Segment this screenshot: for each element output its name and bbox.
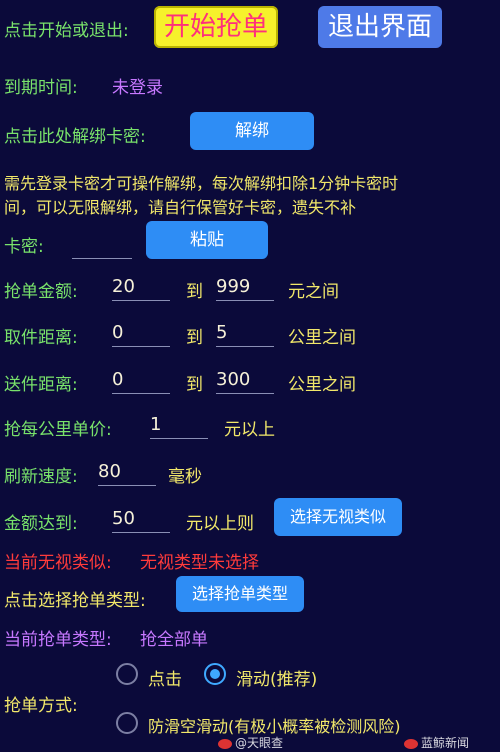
pickup-distance-label: 取件距离: — [4, 328, 78, 348]
amount-min-input[interactable]: 20 — [112, 274, 170, 301]
paste-button[interactable]: 粘贴 — [146, 221, 268, 259]
per-km-price-label: 抢每公里单价: — [4, 420, 112, 440]
pickup-min-input[interactable]: 0 — [112, 320, 170, 347]
weibo-logo-icon — [404, 738, 418, 749]
unbind-notice-line-2: 间，可以无限解绑，请自行保管好卡密，遗失不补 — [4, 198, 357, 217]
grab-type-status-value: 抢全部单 — [140, 630, 208, 650]
watermark-left: @天眼查 — [218, 734, 283, 751]
pickup-max-input[interactable]: 5 — [216, 320, 274, 347]
amount-label: 抢单金额: — [4, 282, 78, 302]
amount-unit: 元之间 — [288, 282, 339, 302]
delivery-min-input[interactable]: 0 — [112, 367, 170, 394]
start-exit-label: 点击开始或退出: — [4, 21, 129, 41]
select-grab-type-button[interactable]: 选择抢单类型 — [176, 576, 304, 612]
delivery-distance-label: 送件距离: — [4, 375, 78, 395]
amount-threshold-input[interactable]: 50 — [112, 506, 170, 533]
delivery-to-label: 到 — [186, 375, 203, 395]
pickup-unit: 公里之间 — [288, 328, 356, 348]
exit-button[interactable]: 退出界面 — [318, 6, 442, 48]
weibo-logo-icon — [218, 738, 232, 749]
ignore-status-value: 无视类型未选择 — [140, 553, 259, 573]
delivery-max-input[interactable]: 300 — [216, 367, 274, 394]
unbind-label: 点击此处解绑卡密: — [4, 127, 146, 147]
card-key-label: 卡密: — [4, 237, 44, 257]
amount-to-label: 到 — [186, 282, 203, 302]
amount-threshold-unit: 元以上则 — [186, 514, 254, 534]
start-grab-button[interactable]: 开始抢单 — [154, 6, 278, 48]
grab-mode-label: 抢单方式: — [4, 696, 78, 716]
mode-click-radio[interactable] — [116, 663, 138, 685]
pickup-to-label: 到 — [186, 328, 203, 348]
amount-max-input[interactable]: 999 — [216, 274, 274, 301]
unbind-button[interactable]: 解绑 — [190, 112, 314, 150]
mode-click-label[interactable]: 点击 — [148, 665, 182, 690]
select-ignore-button[interactable]: 选择无视类似 — [274, 498, 402, 536]
amount-threshold-label: 金额达到: — [4, 514, 78, 534]
refresh-speed-label: 刷新速度: — [4, 467, 78, 487]
grab-type-status-label: 当前抢单类型: — [4, 630, 112, 650]
card-key-input[interactable] — [72, 232, 132, 259]
per-km-price-unit: 元以上 — [224, 420, 275, 440]
mode-swipe-radio[interactable] — [204, 663, 226, 685]
ignore-status-label: 当前无视类似: — [4, 553, 112, 573]
watermark-right: 蓝鲸新闻 — [404, 734, 469, 751]
unbind-notice-line-1: 需先登录卡密才可操作解绑，每次解绑扣除1分钟卡密时 — [4, 174, 399, 193]
refresh-speed-input[interactable]: 80 — [98, 459, 156, 486]
expiry-value: 未登录 — [112, 78, 163, 98]
expiry-label: 到期时间: — [4, 78, 78, 98]
mode-anti-slip-swipe-radio[interactable] — [116, 712, 138, 734]
per-km-price-input[interactable]: 1 — [150, 412, 208, 439]
mode-swipe-label[interactable]: 滑动(推荐) — [236, 665, 317, 690]
refresh-speed-unit: 毫秒 — [168, 467, 202, 487]
grab-type-select-label: 点击选择抢单类型: — [4, 591, 146, 611]
delivery-unit: 公里之间 — [288, 375, 356, 395]
